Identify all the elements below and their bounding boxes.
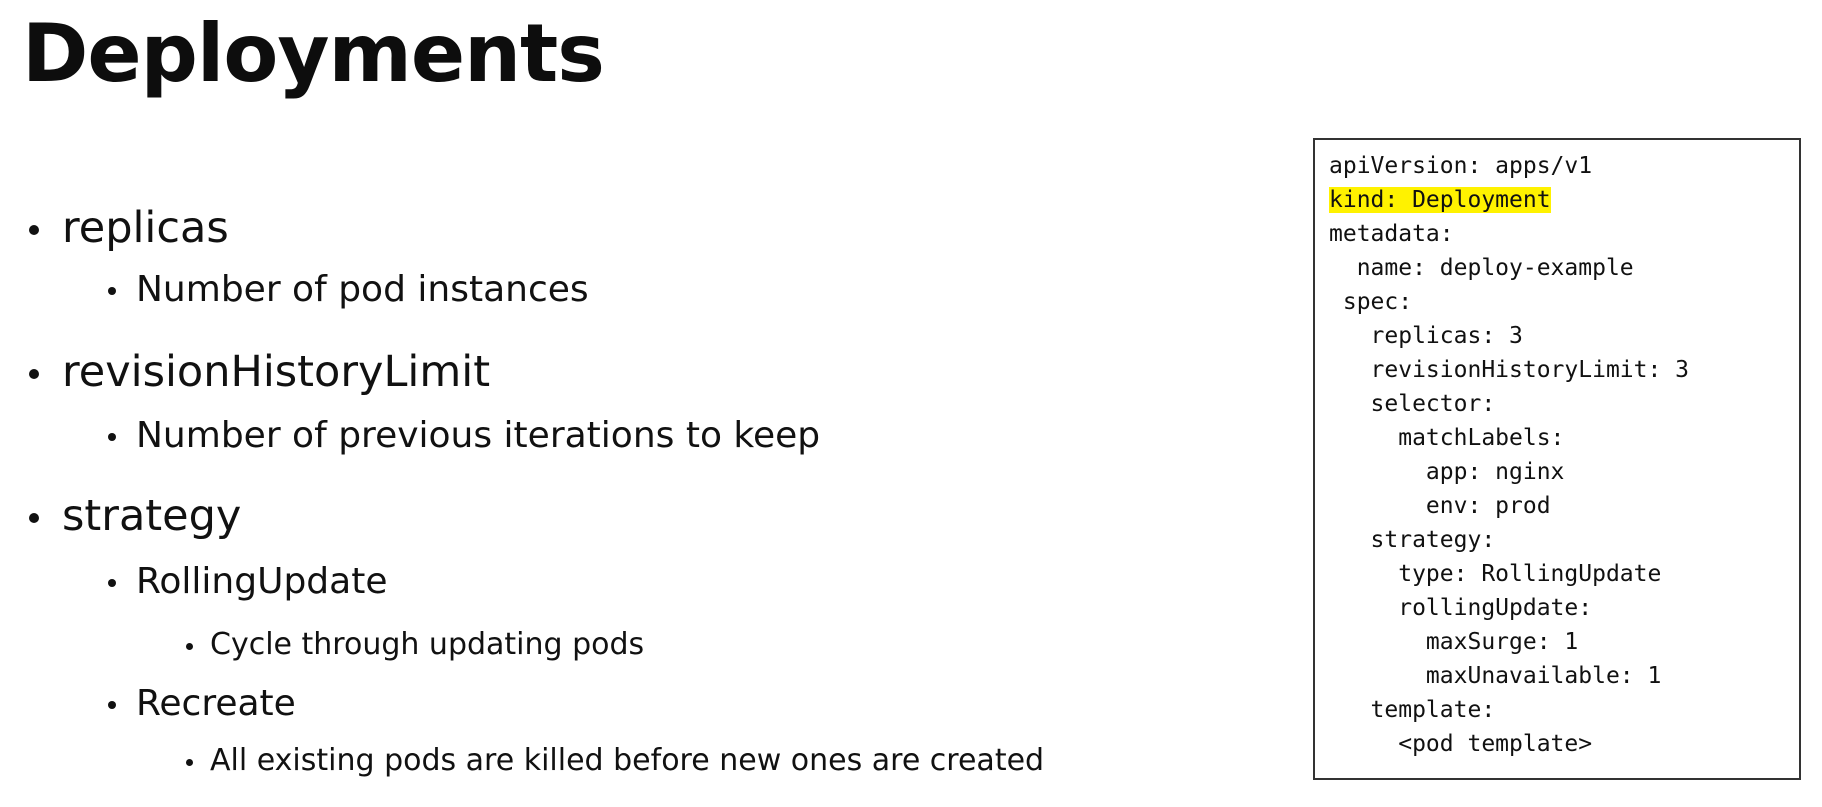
bullet-item: All existing pods are killed before new … — [186, 743, 1045, 778]
bullet-dot-icon — [108, 287, 116, 295]
bullet-dot-icon — [186, 759, 193, 766]
code-line: env: prod — [1329, 493, 1551, 519]
bullet-text: Cycle through updating pods — [210, 627, 645, 662]
bullet-item: Number of previous iterations to keep — [108, 415, 821, 456]
code-line: strategy: — [1329, 527, 1496, 553]
bullet-item: Number of pod instances — [108, 269, 589, 310]
code-line: <pod template> — [1329, 731, 1593, 757]
bullet-text: Number of pod instances — [136, 269, 589, 310]
slide-title: Deployments — [22, 7, 605, 100]
yaml-code-box: apiVersion: apps/v1 kind: Deployment met… — [1313, 138, 1801, 780]
code-line: name: deploy-example — [1329, 255, 1634, 281]
bullet-item: Recreate — [108, 683, 296, 724]
bullet-dot-icon — [29, 369, 39, 379]
code-line: maxUnavailable: 1 — [1329, 663, 1662, 689]
bullet-text: revisionHistoryLimit — [62, 347, 491, 397]
code-line: template: — [1329, 697, 1496, 723]
bullet-item: RollingUpdate — [108, 561, 388, 602]
bullet-item: Cycle through updating pods — [186, 627, 645, 662]
bullet-dot-icon — [108, 701, 116, 709]
code-line-highlighted: kind: Deployment — [1329, 183, 1551, 217]
bullet-text: Recreate — [136, 683, 296, 724]
bullet-text: strategy — [62, 491, 242, 541]
code-line: matchLabels: — [1329, 425, 1565, 451]
bullet-item: replicas — [29, 207, 229, 250]
code-highlight: kind: Deployment — [1329, 187, 1551, 213]
code-line: spec: — [1329, 289, 1413, 315]
bullet-text: All existing pods are killed before new … — [210, 743, 1045, 778]
bullet-dot-icon — [29, 513, 39, 523]
bullet-dot-icon — [108, 579, 116, 587]
code-line: type: RollingUpdate — [1329, 561, 1662, 587]
bullet-dot-icon — [29, 225, 39, 235]
code-line: rollingUpdate: — [1329, 595, 1593, 621]
bullet-text: RollingUpdate — [136, 561, 388, 602]
code-line: apiVersion: apps/v1 — [1329, 153, 1593, 179]
code-line: selector: — [1329, 391, 1496, 417]
code-line: metadata: — [1329, 221, 1454, 247]
bullet-dot-icon — [186, 643, 193, 650]
bullet-text: replicas — [62, 203, 229, 253]
bullet-text: Number of previous iterations to keep — [136, 415, 821, 456]
code-line: revisionHistoryLimit: 3 — [1329, 357, 1690, 383]
code-line: maxSurge: 1 — [1329, 629, 1579, 655]
bullet-item: strategy — [29, 495, 241, 538]
bullet-dot-icon — [108, 433, 116, 441]
code-line: app: nginx — [1329, 459, 1565, 485]
code-line: replicas: 3 — [1329, 323, 1523, 349]
bullet-item: revisionHistoryLimit — [29, 351, 490, 394]
